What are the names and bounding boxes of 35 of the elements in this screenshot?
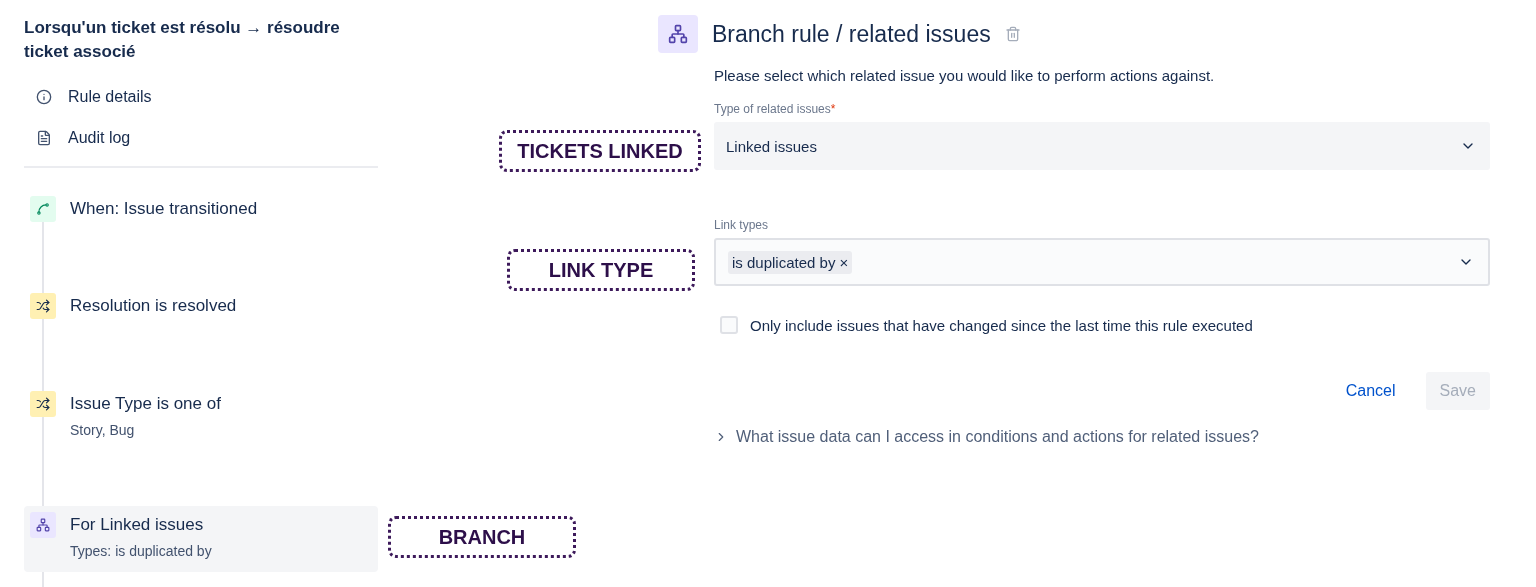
cancel-button[interactable]: Cancel [1331,372,1410,410]
path-icon [30,196,56,222]
checkbox-label: Only include issues that have changed since the last time this rule executed [750,316,1253,334]
rule-step[interactable]: When: Issue transitioned [24,190,378,287]
panel-title: Branch rule / related issues [712,20,991,48]
field-label: Type of related issues* [714,102,837,116]
rule-step[interactable]: Resolution is resolved [24,287,378,385]
shuffle-icon [30,293,56,319]
checkbox[interactable] [720,316,738,334]
step-label: For Linked issues [70,515,205,535]
field-label: Link types [714,218,770,232]
branch-icon [30,512,56,538]
step-label: Issue Type is one of [70,394,221,414]
branch-icon [658,15,698,53]
annotation-callout: LINK TYPE [507,249,695,291]
link-types-select[interactable]: is duplicated by × [714,238,1490,286]
step-detail: Story, Bug [70,422,136,438]
annotation-callout: TICKETS LINKED [499,130,701,172]
tag: is duplicated by × [728,250,853,274]
annotation-callout: BRANCH [388,516,576,558]
related-type-select[interactable]: Linked issues [714,122,1490,170]
info-icon [36,88,52,105]
rule-title: Lorsqu'un ticket est résolu → résoudre ticket associé [24,17,341,63]
help-expander[interactable]: What issue data can I access in conditions and actions for related issues? [714,428,1490,446]
sidebar-link[interactable]: Rule details [68,87,152,106]
step-label: Resolution is resolved [70,296,237,316]
description: Please select which related issue you would like to perform actions against. [714,67,1216,84]
step-detail: Types: is duplicated by [70,543,212,559]
sidebar-link[interactable]: Audit log [68,128,131,147]
document-icon [36,129,52,146]
rule-step[interactable]: Issue Type is one of Story, Bug [24,385,378,506]
shuffle-icon [30,391,56,417]
rule-step[interactable]: For Linked issues Types: is duplicated by [24,506,378,572]
step-label: When: Issue transitioned [70,199,258,219]
delete-icon[interactable] [1004,26,1021,42]
